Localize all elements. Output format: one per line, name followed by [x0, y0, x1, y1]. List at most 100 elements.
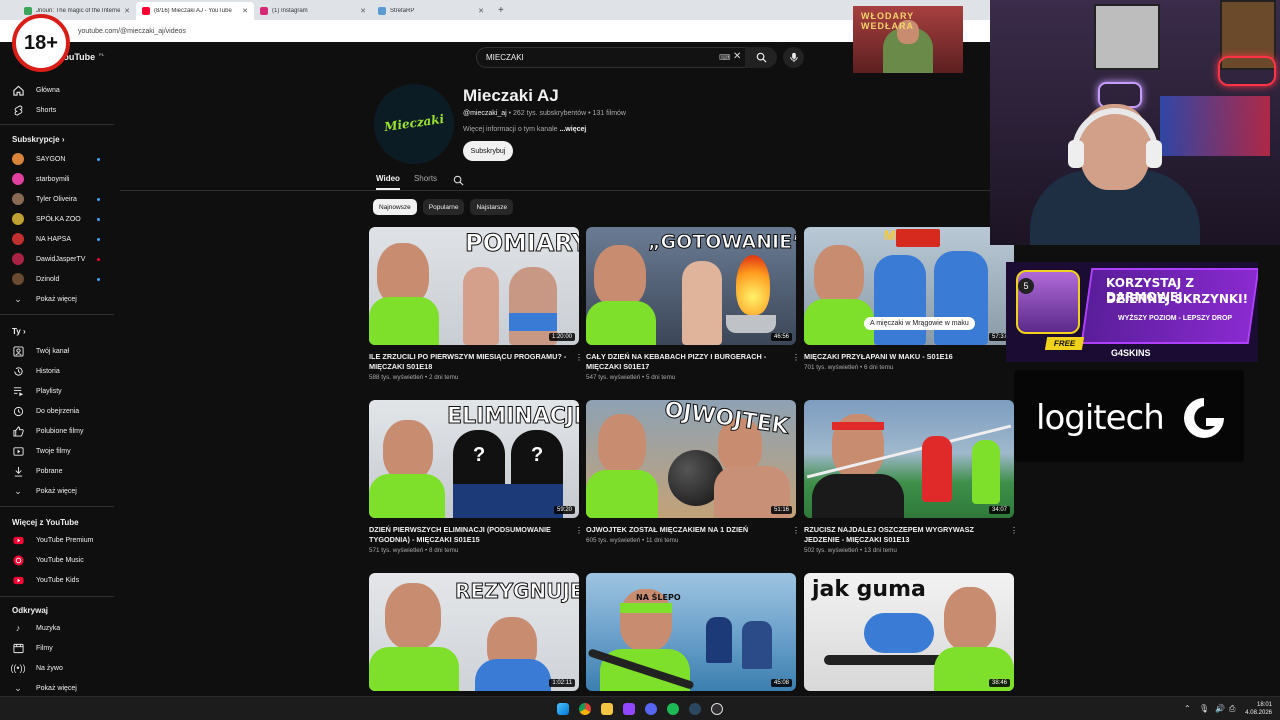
discord-icon[interactable]: [645, 703, 657, 715]
explore-show-more[interactable]: ⌄ Pokaż więcej: [0, 678, 118, 698]
sidebar-item-live[interactable]: ((•)) Na żywo: [0, 658, 118, 678]
video-card[interactable]: 34:07 RZUCISZ NAJDALEJ OSZCZEPEM WYGRYWA…: [804, 400, 1018, 554]
subscriptions-section-title[interactable]: Subskrypcje ›: [12, 135, 64, 144]
you-show-more[interactable]: ⌄ Pokaż więcej: [0, 481, 118, 501]
more-options-icon[interactable]: ⋮: [1010, 526, 1018, 535]
tray-chevron-icon[interactable]: ⌃: [1184, 704, 1191, 713]
close-icon[interactable]: ✕: [478, 7, 484, 15]
close-icon[interactable]: ✕: [360, 7, 366, 15]
subscription-item[interactable]: DawidJasperTV: [0, 249, 118, 269]
sidebar-item-label: Historia: [36, 367, 60, 375]
chip-oldest[interactable]: Najstarsze: [470, 199, 514, 215]
video-title[interactable]: MIĘCZAKI PRZYŁAPANI W MAKU - S01E16: [804, 352, 1002, 362]
voice-search-button[interactable]: [783, 47, 804, 68]
duration-badge: 59:20: [553, 506, 575, 514]
search-input[interactable]: MIECZAKI ⌨ ✕: [476, 47, 772, 68]
more-options-icon[interactable]: ⋮: [792, 353, 800, 362]
sidebar-item-downloads[interactable]: Pobrane: [0, 461, 118, 481]
channel-avatar[interactable]: Mieczaki: [374, 84, 454, 164]
video-thumbnail[interactable]: 34:07: [804, 400, 1014, 518]
you-section-title[interactable]: Ty ›: [12, 327, 26, 336]
sidebar-item-watch-later[interactable]: Do obejrzenia: [0, 401, 118, 421]
browser-tab-active[interactable]: (8/16) Mieczaki AJ - YouTube ✕: [136, 2, 254, 20]
video-thumbnail[interactable]: „GOTOWANIE” 46:56: [586, 227, 796, 345]
chrome-icon[interactable]: [579, 703, 591, 715]
more-link[interactable]: ...więcej: [558, 126, 586, 133]
sidebar-item-youtube-kids[interactable]: YouTube Kids: [0, 570, 118, 590]
video-title[interactable]: DZIEŃ PIERWSZYCH ELIMINACJI (PODSUMOWANI…: [369, 525, 567, 545]
video-title[interactable]: OJWOJTEK ZOSTAŁ MIĘCZAKIEM NA 1 DZIEŃ: [586, 525, 784, 535]
chip-newest[interactable]: Najnowsze: [373, 199, 417, 215]
sidebar-item-films[interactable]: Filmy: [0, 638, 118, 658]
subs-show-more[interactable]: ⌄ Pokaż więcej: [0, 289, 118, 309]
sidebar-item-youtube-premium[interactable]: YouTube Premium: [0, 530, 118, 550]
tab-shorts[interactable]: Shorts: [414, 174, 437, 190]
video-card[interactable]: NA ŚLEPO 45:08: [586, 573, 796, 691]
channel-description[interactable]: Więcej informacji o tym kanale ...więcej: [463, 126, 586, 133]
video-card[interactable]: OJWOJTEK 51:16 OJWOJTEK ZOSTAŁ MIĘCZAKIE…: [586, 400, 800, 544]
close-icon[interactable]: ✕: [242, 7, 248, 15]
video-thumbnail[interactable]: POMIARY 1:20:00: [369, 227, 579, 345]
video-card[interactable]: ? ? ELIMINACJE 59:20 DZIEŃ PIERWSZYCH EL…: [369, 400, 583, 554]
video-title[interactable]: CAŁY DZIEŃ NA KEBABACH PIZZY I BURGERACH…: [586, 352, 784, 372]
microphone-icon[interactable]: 🎙: [1199, 704, 1209, 713]
volume-icon[interactable]: 🔊: [1215, 704, 1225, 713]
new-tab-button[interactable]: +: [498, 5, 504, 16]
system-clock[interactable]: 18:01 4.08.2026: [1245, 701, 1272, 717]
subscription-item[interactable]: SAYGON: [0, 149, 118, 169]
subscription-item[interactable]: NA HAPSA: [0, 229, 118, 249]
more-options-icon[interactable]: ⋮: [575, 353, 583, 362]
thumbnail-shirt: [453, 484, 563, 518]
video-thumbnail[interactable]: NA ŚLEPO 45:08: [586, 573, 796, 691]
video-card[interactable]: REZYGNUJE? 1:02:11: [369, 573, 579, 691]
tab-videos[interactable]: Wideo: [376, 174, 400, 190]
address-bar[interactable]: youtube.com/@mieczaki_aj/videos: [0, 20, 990, 42]
file-explorer-icon[interactable]: [601, 703, 613, 715]
printer-icon[interactable]: ⎙: [1229, 704, 1235, 714]
sidebar-item-music[interactable]: ♪ Muzyka: [0, 618, 118, 638]
video-card[interactable]: „GOTOWANIE” 46:56 CAŁY DZIEŃ NA KEBABACH…: [586, 227, 800, 381]
sidebar-item-your-channel[interactable]: Twój kanał: [0, 341, 118, 361]
sidebar-item-your-videos[interactable]: Twoje filmy: [0, 441, 118, 461]
search-button[interactable]: [745, 47, 777, 68]
sidebar-item-history[interactable]: Historia: [0, 361, 118, 381]
sidebar-item-home[interactable]: Główna: [0, 80, 118, 100]
url-text[interactable]: youtube.com/@mieczaki_aj/videos: [78, 28, 186, 35]
browser-tab[interactable]: (1) Instagram ✕: [254, 2, 372, 20]
browser-tab[interactable]: StrefaRP ✕: [372, 2, 490, 20]
video-card[interactable]: M A mięczaki w Mrągowie w maku 57:37 MIĘ…: [804, 227, 1018, 371]
subscription-item[interactable]: Tyler Oliveira: [0, 189, 118, 209]
video-thumbnail[interactable]: ? ? ELIMINACJE 59:20: [369, 400, 579, 518]
sidebar-item-playlists[interactable]: Playlisty: [0, 381, 118, 401]
more-options-icon[interactable]: ⋮: [792, 526, 800, 535]
twitch-icon[interactable]: [623, 703, 635, 715]
video-title[interactable]: RZUCISZ NAJDALEJ OSZCZEPEM WYGRYWASZ JED…: [804, 525, 1002, 545]
video-thumbnail[interactable]: M A mięczaki w Mrągowie w maku 57:37: [804, 227, 1014, 345]
video-thumbnail[interactable]: REZYGNUJE? 1:02:11: [369, 573, 579, 691]
subscription-item[interactable]: Dzinold: [0, 269, 118, 289]
sidebar-item-label: YouTube Kids: [36, 576, 80, 584]
search-icon: [756, 52, 767, 63]
subscription-item[interactable]: SPÓŁKA ZOO: [0, 209, 118, 229]
video-thumbnail[interactable]: jak guma 38:46: [804, 573, 1014, 691]
sidebar-item-liked[interactable]: Polubione filmy: [0, 421, 118, 441]
subscription-item[interactable]: starboymili: [0, 169, 118, 189]
sidebar-item-shorts[interactable]: Shorts: [0, 100, 118, 120]
video-card[interactable]: jak guma 38:46: [804, 573, 1014, 691]
spotify-icon[interactable]: [667, 703, 679, 715]
video-thumbnail[interactable]: OJWOJTEK 51:16: [586, 400, 796, 518]
keyboard-icon[interactable]: ⌨: [719, 53, 731, 62]
steam-icon[interactable]: [689, 703, 701, 715]
obs-icon[interactable]: [711, 703, 723, 715]
close-icon[interactable]: ✕: [124, 7, 130, 15]
sidebar-item-label: Twój kanał: [36, 347, 70, 355]
clear-search-icon[interactable]: ✕: [733, 51, 741, 62]
video-title[interactable]: ILE ZRZUCILI PO PIERWSZYM MIESIĄCU PROGR…: [369, 352, 567, 372]
subscribe-button[interactable]: Subskrybuj: [463, 141, 513, 161]
sidebar-item-youtube-music[interactable]: YouTube Music: [0, 550, 118, 570]
channel-search-button[interactable]: [453, 173, 464, 191]
video-card[interactable]: POMIARY 1:20:00 ILE ZRZUCILI PO PIERWSZY…: [369, 227, 583, 381]
windows-start-icon[interactable]: [557, 703, 569, 715]
chip-popular[interactable]: Popularne: [422, 199, 465, 215]
more-options-icon[interactable]: ⋮: [575, 526, 583, 535]
